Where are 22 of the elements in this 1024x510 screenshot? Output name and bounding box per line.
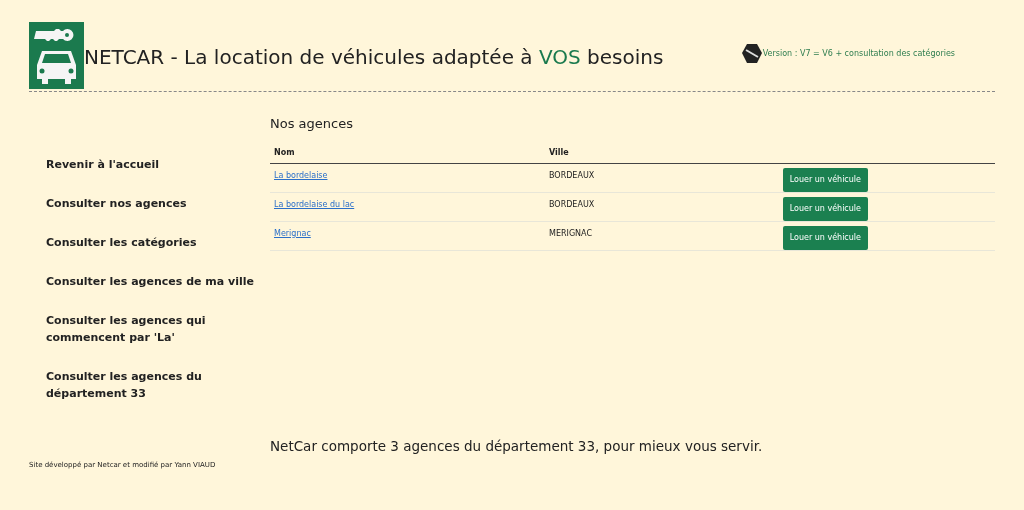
column-header: Ville bbox=[549, 147, 569, 157]
sidebar-link[interactable]: Consulter nos agences bbox=[46, 195, 266, 212]
sidebar-link[interactable]: Consulter les agences du département 33 bbox=[46, 368, 266, 402]
site-title: NETCAR - La location de véhicules adaptée à VOS besoins bbox=[84, 47, 664, 67]
car-key-logo bbox=[29, 22, 84, 89]
sidebar-link[interactable]: Consulter les catégories bbox=[46, 234, 266, 251]
sidebar-link[interactable]: Consulter les agences qui commencent par 'La' bbox=[46, 312, 266, 346]
agency-link[interactable]: La bordelaise du lac bbox=[274, 199, 355, 209]
sidebar-link[interactable]: Revenir à l'accueil bbox=[46, 156, 266, 173]
city-cell: BORDEAUX bbox=[549, 199, 595, 209]
version-text: Version : V7 = V6 + consultation des catégories bbox=[762, 48, 955, 60]
sidebar-link[interactable]: Consulter les agences de ma ville bbox=[46, 273, 266, 290]
agency-link[interactable]: Merignac bbox=[274, 228, 311, 238]
rent-button[interactable]: Louer un véhicule bbox=[782, 167, 868, 192]
city-cell: BORDEAUX bbox=[549, 170, 595, 180]
section-heading: Nos agences bbox=[270, 115, 354, 133]
agency-link[interactable]: La bordelaise bbox=[274, 170, 328, 180]
summary-text: NetCar comporte 3 agences du département 33, pour mieux vous servir. bbox=[270, 437, 764, 456]
rent-button[interactable]: Louer un véhicule bbox=[782, 225, 868, 250]
rent-button[interactable]: Louer un véhicule bbox=[782, 196, 868, 221]
city-cell: MERIGNAC bbox=[549, 228, 592, 238]
column-header: Nom bbox=[274, 147, 295, 157]
